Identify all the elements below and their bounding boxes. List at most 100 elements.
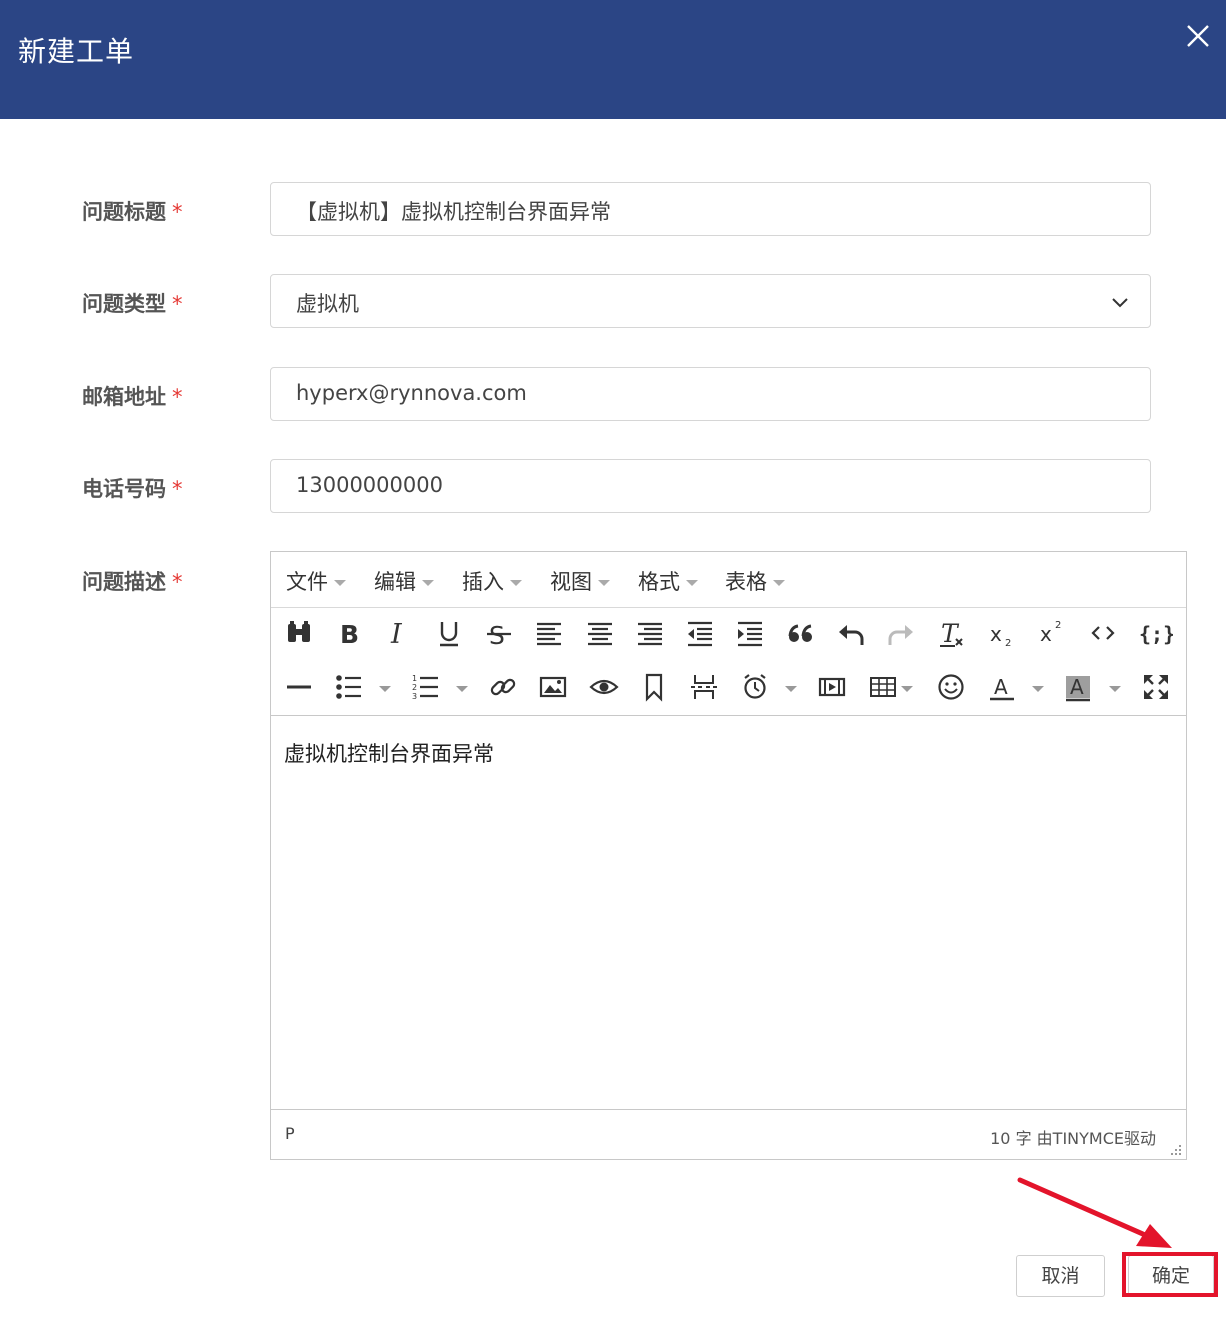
dialog-header: 新建工单 xyxy=(0,0,1226,119)
code-sample-icon: {;} xyxy=(1139,622,1173,646)
insert-datetime-button[interactable] xyxy=(735,667,775,707)
required-mark: * xyxy=(172,477,183,501)
fullscreen-button[interactable] xyxy=(1136,667,1176,707)
menu-edit[interactable]: 编辑 xyxy=(374,566,434,596)
strikethrough-button[interactable]: S xyxy=(479,613,519,653)
eye-icon xyxy=(589,679,619,695)
text-color-icon: A xyxy=(990,675,1014,701)
link-button[interactable] xyxy=(483,667,523,707)
bullet-list-button[interactable] xyxy=(329,667,369,707)
caret-down-icon xyxy=(773,580,785,586)
outdent-button[interactable] xyxy=(680,613,720,653)
bookmark-icon xyxy=(645,673,663,702)
datetime-dropdown[interactable] xyxy=(785,686,797,692)
preview-button[interactable] xyxy=(584,667,624,707)
svg-text:2: 2 xyxy=(1055,620,1061,631)
table-button[interactable] xyxy=(863,667,903,707)
menu-format[interactable]: 格式 xyxy=(638,566,698,596)
background-color-icon: A xyxy=(1066,675,1090,702)
text-color-dropdown[interactable] xyxy=(1032,686,1044,692)
blockquote-button[interactable] xyxy=(781,613,821,653)
bullet-list-dropdown[interactable] xyxy=(379,686,391,692)
svg-text:{;}: {;} xyxy=(1139,622,1173,646)
email-input[interactable]: hyperx@rynnova.com xyxy=(270,367,1151,421)
film-icon xyxy=(818,677,846,697)
phone-value: 13000000000 xyxy=(296,473,443,497)
image-button[interactable] xyxy=(533,667,573,707)
indent-icon xyxy=(738,621,762,647)
chevron-down-icon xyxy=(1112,298,1128,308)
align-right-button[interactable] xyxy=(630,613,670,653)
word-count: 10 字 由TINYMCE驱动 xyxy=(990,1125,1156,1149)
strikethrough-icon: S xyxy=(487,621,511,650)
redo-button[interactable] xyxy=(881,613,921,653)
required-mark: * xyxy=(172,292,183,316)
rich-text-editor: 文件 编辑 插入 视图 格式 表格 B I S T x 2 x 2 {;} 1 … xyxy=(270,551,1187,1160)
smiley-icon xyxy=(938,674,964,700)
clear-formatting-button[interactable]: T xyxy=(931,613,971,653)
horizontal-rule-button[interactable] xyxy=(279,667,319,707)
clock-icon xyxy=(744,674,766,699)
resize-handle-icon[interactable] xyxy=(1168,1142,1182,1156)
required-mark: * xyxy=(172,570,183,594)
type-selected-value: 虚拟机 xyxy=(296,292,359,316)
underline-icon xyxy=(440,622,458,647)
svg-text:A: A xyxy=(994,675,1008,699)
svg-text:S: S xyxy=(489,621,505,650)
required-mark: * xyxy=(172,385,183,409)
close-button[interactable] xyxy=(1180,18,1216,54)
italic-button[interactable]: I xyxy=(379,613,419,653)
undo-button[interactable] xyxy=(831,613,871,653)
powered-by-link[interactable]: 由TINYMCE驱动 xyxy=(1037,1129,1156,1148)
find-replace-button[interactable] xyxy=(279,613,319,653)
underline-button[interactable] xyxy=(429,613,469,653)
background-color-button[interactable]: A xyxy=(1058,667,1098,707)
menu-table[interactable]: 表格 xyxy=(725,566,785,596)
phone-input[interactable]: 13000000000 xyxy=(270,459,1151,513)
email-label: 邮箱地址 * xyxy=(82,385,183,409)
superscript-icon: x 2 xyxy=(1040,620,1061,646)
email-value: hyperx@rynnova.com xyxy=(296,381,527,405)
svg-text:3: 3 xyxy=(412,692,417,701)
numbered-list-dropdown[interactable] xyxy=(456,686,468,692)
italic-icon: I xyxy=(390,619,403,650)
align-center-button[interactable] xyxy=(580,613,620,653)
code-sample-button[interactable]: {;} xyxy=(1133,613,1173,653)
editor-statusbar: P 10 字 由TINYMCE驱动 xyxy=(271,1109,1186,1160)
description-label: 问题描述 * xyxy=(82,570,183,594)
svg-text:A: A xyxy=(1070,675,1084,699)
subject-input[interactable]: 【虚拟机】虚拟机控制台界面异常 xyxy=(270,182,1151,236)
background-color-dropdown[interactable] xyxy=(1109,686,1121,692)
source-code-button[interactable] xyxy=(1083,613,1123,653)
svg-text:x: x xyxy=(1040,622,1052,646)
menu-file[interactable]: 文件 xyxy=(286,566,346,596)
align-left-button[interactable] xyxy=(529,613,569,653)
svg-text:1: 1 xyxy=(412,674,417,683)
arrow-icon xyxy=(1017,1177,1172,1248)
anchor-button[interactable] xyxy=(634,667,674,707)
bold-icon: B xyxy=(340,620,359,649)
subscript-button[interactable]: x 2 xyxy=(981,613,1021,653)
subscript-icon: x 2 xyxy=(990,622,1011,649)
numbered-list-button[interactable]: 1 2 3 xyxy=(406,667,446,707)
bullet-list-icon xyxy=(336,675,361,699)
caret-down-icon xyxy=(598,580,610,586)
element-path[interactable]: P xyxy=(285,1124,295,1143)
indent-button[interactable] xyxy=(730,613,770,653)
bold-button[interactable]: B xyxy=(329,613,369,653)
horizontal-line-icon xyxy=(287,685,311,689)
emoticons-button[interactable] xyxy=(931,667,971,707)
media-button[interactable] xyxy=(812,667,852,707)
menu-insert[interactable]: 插入 xyxy=(462,566,522,596)
phone-label: 电话号码 * xyxy=(82,477,183,501)
superscript-button[interactable]: x 2 xyxy=(1031,613,1071,653)
editor-content-area[interactable]: 虚拟机控制台界面异常 xyxy=(271,716,1186,1109)
table-dropdown[interactable] xyxy=(901,686,913,692)
align-left-icon xyxy=(537,622,561,646)
caret-down-icon xyxy=(422,580,434,586)
type-select[interactable]: 虚拟机 xyxy=(270,274,1151,328)
text-color-button[interactable]: A xyxy=(982,667,1022,707)
menu-view[interactable]: 视图 xyxy=(550,566,610,596)
caret-down-icon xyxy=(334,580,346,586)
page-break-button[interactable] xyxy=(684,667,724,707)
